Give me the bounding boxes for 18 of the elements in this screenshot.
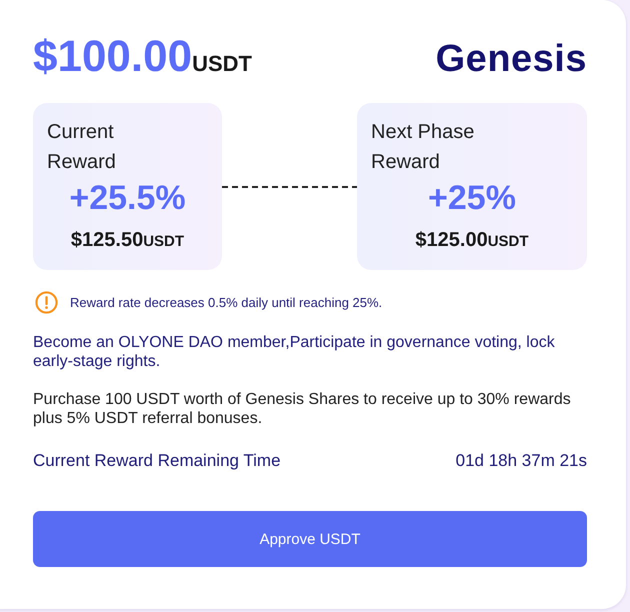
reward-percent: +25% (427, 178, 517, 218)
reward-amount: $125.00 (415, 228, 488, 253)
currency-label: USDT (488, 232, 529, 252)
currency-label: USDT (192, 51, 252, 77)
countdown-value: 01d 18h 37m 21s (456, 450, 587, 472)
reward-label: Next Phase Reward (371, 120, 476, 175)
plan-title: Genesis (436, 37, 587, 82)
warning-icon (35, 291, 58, 314)
currency-label: USDT (143, 232, 184, 252)
notice-text: Reward rate decreases 0.5% daily until reaching 25%. (70, 295, 382, 310)
approve-button[interactable]: Approve USDT (33, 511, 587, 567)
price-amount: $100.00 (33, 31, 192, 83)
countdown-label: Current Reward Remaining Time (33, 450, 281, 472)
reward-label: Current Reward (47, 120, 117, 175)
reward-amount: $125.50 (70, 228, 144, 253)
reward-percent: +25.5% (68, 178, 187, 218)
description-text: Purchase 100 USDT worth of Genesis Shares to receive up to 30% rewards plus 5% USDT referral bonuses. (33, 390, 572, 428)
description-text: Become an OLYONE DAO member,Participate in governance voting, lock early-stage rights. (33, 333, 556, 371)
